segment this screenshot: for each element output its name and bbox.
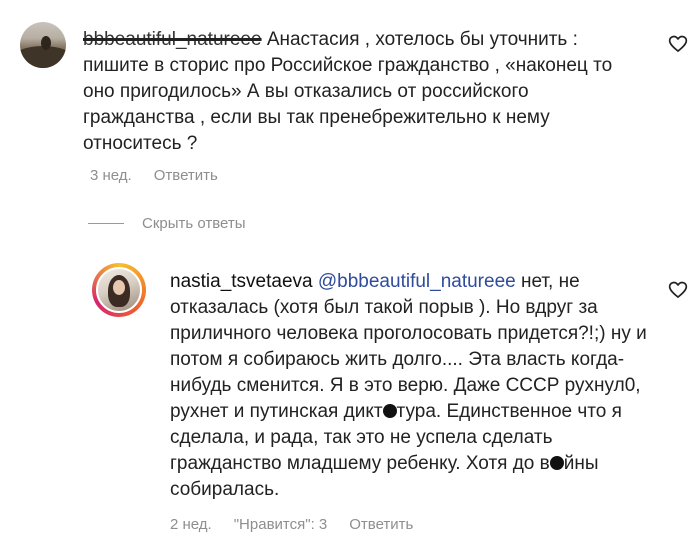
avatar-tree — [41, 36, 51, 50]
avatar[interactable] — [96, 267, 142, 313]
mention-link[interactable]: @bbbeautiful_natureee — [318, 271, 516, 292]
heart-icon[interactable] — [668, 34, 688, 54]
comment-time: 3 нед. — [90, 167, 132, 184]
censor-dot — [549, 456, 564, 470]
comment-username[interactable]: bbbeautiful_natureee — [83, 29, 262, 50]
comment-body: bbbeautiful_natureee Анастасия , хотелос… — [83, 27, 643, 157]
reply-text-part1: нет, не отказалась (хотя был такой порыв… — [170, 271, 647, 422]
censor-dot — [382, 404, 397, 418]
avatar-face — [113, 280, 125, 295]
heart-icon[interactable] — [668, 280, 688, 300]
avatar[interactable] — [20, 22, 66, 68]
reply-time: 2 нед. — [170, 516, 212, 533]
likes-count[interactable]: "Нравится": 3 — [234, 516, 328, 533]
reply-button[interactable]: Ответить — [154, 167, 218, 184]
reply-button[interactable]: Ответить — [349, 516, 413, 533]
divider-line — [88, 223, 124, 224]
hide-replies-button[interactable]: Скрыть ответы — [88, 215, 246, 232]
reply-username[interactable]: nastia_tsvetaeva — [170, 271, 313, 292]
reply-body: nastia_tsvetaeva @bbbeautiful_natureee н… — [170, 269, 650, 503]
reply-meta: 2 нед. "Нравится": 3 Ответить — [170, 516, 413, 533]
comment-meta: 3 нед. Ответить — [90, 167, 218, 184]
hide-replies-label: Скрыть ответы — [142, 215, 246, 232]
